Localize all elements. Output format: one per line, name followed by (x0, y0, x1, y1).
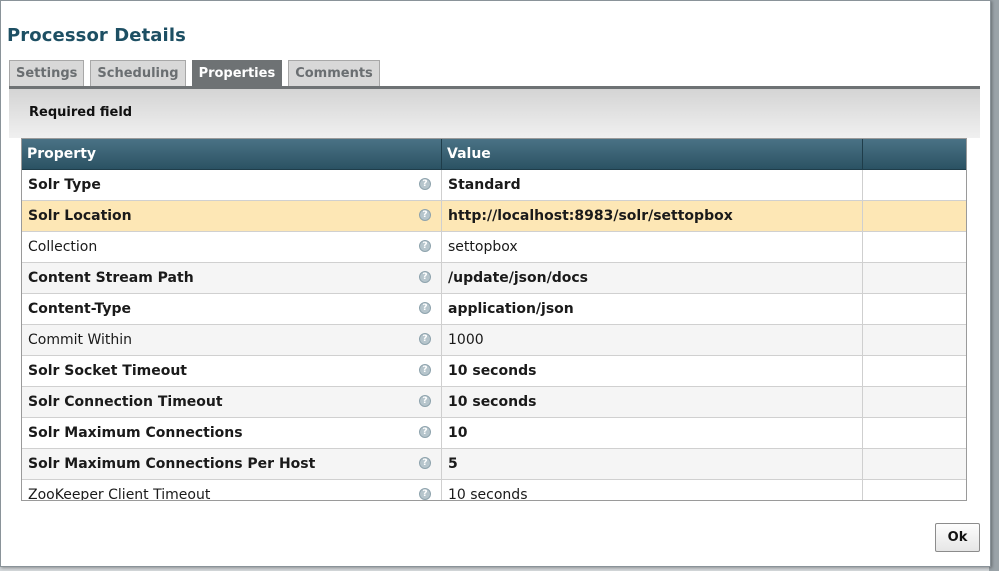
property-actions-cell (863, 201, 966, 231)
help-icon[interactable]: ? (419, 364, 431, 376)
property-value-cell[interactable]: /update/json/docs (442, 263, 863, 293)
properties-panel-header (9, 89, 980, 138)
property-value-cell[interactable]: application/json (442, 294, 863, 324)
help-icon[interactable]: ? (419, 457, 431, 469)
properties-table[interactable]: Property Value Solr Type? Standard Solr Lo… (21, 138, 967, 501)
property-value-cell[interactable]: 10 seconds (442, 480, 863, 500)
required-field-label: Required field (29, 105, 133, 120)
tab-properties[interactable]: Properties (191, 60, 283, 86)
property-name-cell: Solr Type (22, 170, 442, 200)
tab-settings[interactable]: Settings (9, 60, 85, 86)
property-value-cell[interactable]: 1000 (442, 325, 863, 355)
property-actions-cell (863, 480, 966, 500)
help-icon[interactable]: ? (419, 271, 431, 283)
property-actions-cell (863, 387, 966, 417)
property-name-cell: Solr Maximum Connections Per Host (22, 449, 442, 479)
property-name-cell: Solr Connection Timeout (22, 387, 442, 417)
property-value-cell[interactable]: 10 seconds (442, 356, 863, 386)
property-value-cell[interactable]: http://localhost:8983/solr/settopbox (442, 201, 863, 231)
property-value-cell[interactable]: 5 (442, 449, 863, 479)
property-actions-cell (863, 449, 966, 479)
table-row[interactable]: Collection? settopbox (22, 232, 966, 263)
tab-scheduling[interactable]: Scheduling (90, 60, 186, 86)
help-icon[interactable]: ? (419, 302, 431, 314)
help-icon[interactable]: ? (419, 333, 431, 345)
property-name-cell: Solr Socket Timeout (22, 356, 442, 386)
property-actions-cell (863, 356, 966, 386)
dialog-title: Processor Details (7, 25, 186, 46)
processor-details-dialog: Processor Details Settings Scheduling Pr… (0, 0, 991, 567)
column-header-value[interactable]: Value (442, 139, 863, 169)
table-row[interactable]: Content-Type? application/json (22, 294, 966, 325)
property-actions-cell (863, 170, 966, 200)
property-actions-cell (863, 294, 966, 324)
help-icon[interactable]: ? (419, 426, 431, 438)
property-name-cell: Content-Type (22, 294, 442, 324)
ok-button[interactable]: Ok (935, 523, 980, 552)
column-header-property[interactable]: Property (22, 139, 442, 169)
table-row[interactable]: Commit Within? 1000 (22, 325, 966, 356)
property-name-cell: Solr Location (22, 201, 442, 231)
table-row[interactable]: Solr Maximum Connections? 10 (22, 418, 966, 449)
tab-bar: Settings Scheduling Properties Comments (9, 60, 380, 87)
property-name-cell: Commit Within (22, 325, 442, 355)
property-actions-cell (863, 263, 966, 293)
help-icon[interactable]: ? (419, 395, 431, 407)
help-icon[interactable]: ? (419, 240, 431, 252)
table-row[interactable]: Solr Maximum Connections Per Host? 5 (22, 449, 966, 480)
property-value-cell[interactable]: Standard (442, 170, 863, 200)
property-value-cell[interactable]: settopbox (442, 232, 863, 262)
table-body: Solr Type? Standard Solr Location? http://l… (22, 170, 966, 500)
table-row[interactable]: ZooKeeper Client Timeout? 10 seconds (22, 480, 966, 500)
table-row[interactable]: Solr Type? Standard (22, 170, 966, 201)
help-icon[interactable]: ? (419, 178, 431, 190)
property-name-cell: Content Stream Path (22, 263, 442, 293)
table-row[interactable]: Solr Location? http://localhost:8983/solr… (22, 201, 966, 232)
property-actions-cell (863, 418, 966, 448)
help-icon[interactable]: ? (419, 488, 431, 500)
help-icon[interactable]: ? (419, 209, 431, 221)
property-name-cell: Solr Maximum Connections (22, 418, 442, 448)
property-name-cell: ZooKeeper Client Timeout (22, 480, 442, 500)
property-actions-cell (863, 325, 966, 355)
property-value-cell[interactable]: 10 (442, 418, 863, 448)
table-row[interactable]: Solr Connection Timeout? 10 seconds (22, 387, 966, 418)
property-value-cell[interactable]: 10 seconds (442, 387, 863, 417)
table-row[interactable]: Content Stream Path? /update/json/docs (22, 263, 966, 294)
table-row[interactable]: Solr Socket Timeout? 10 seconds (22, 356, 966, 387)
property-actions-cell (863, 232, 966, 262)
property-name-cell: Collection (22, 232, 442, 262)
tab-comments[interactable]: Comments (288, 60, 380, 86)
table-header: Property Value (22, 139, 966, 170)
column-header-actions (863, 139, 966, 169)
